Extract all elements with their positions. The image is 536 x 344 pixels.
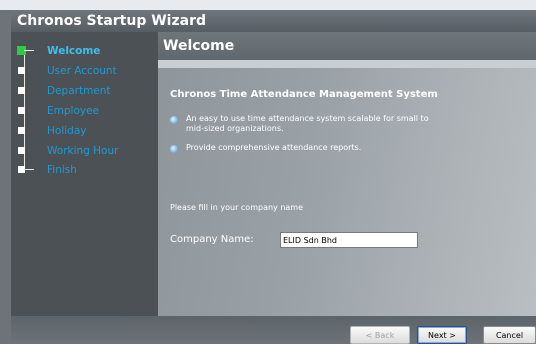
step-node [18,67,25,74]
instruction-text: Please fill in your company name [170,203,303,212]
window-frame-top [0,0,536,10]
header-separator [158,60,536,68]
step-label: Finish [47,164,77,176]
step-node [18,147,25,154]
step-label: Working Hour [47,145,119,157]
bullet-text: Provide comprehensive attendance reports… [186,143,362,152]
step-label: Employee [47,105,100,117]
company-name-input[interactable] [280,232,418,248]
back-button[interactable]: < Back [350,326,410,344]
step-label: Holiday [47,125,87,137]
step-node [18,87,25,94]
step-label: Welcome [47,45,101,57]
step-label: Department [47,85,111,97]
bullet-icon [170,116,178,124]
next-button[interactable]: Next > [417,326,467,344]
bullet-text: An easy to use time attendance system sc… [186,114,429,133]
wizard-content-panel [158,32,536,316]
window-title-bar: Chronos Startup Wizard [11,10,536,32]
page-header: Welcome [158,32,536,60]
company-name-label: Company Name: [170,234,254,245]
system-title: Chronos Time Attendance Management Syste… [170,89,438,100]
page-title: Welcome [163,38,235,54]
step-label: User Account [47,65,117,77]
cancel-button[interactable]: Cancel [483,326,536,344]
bullet-icon [170,145,178,153]
step-node [18,127,25,134]
step-node [18,107,25,114]
window-title: Chronos Startup Wizard [17,13,206,29]
